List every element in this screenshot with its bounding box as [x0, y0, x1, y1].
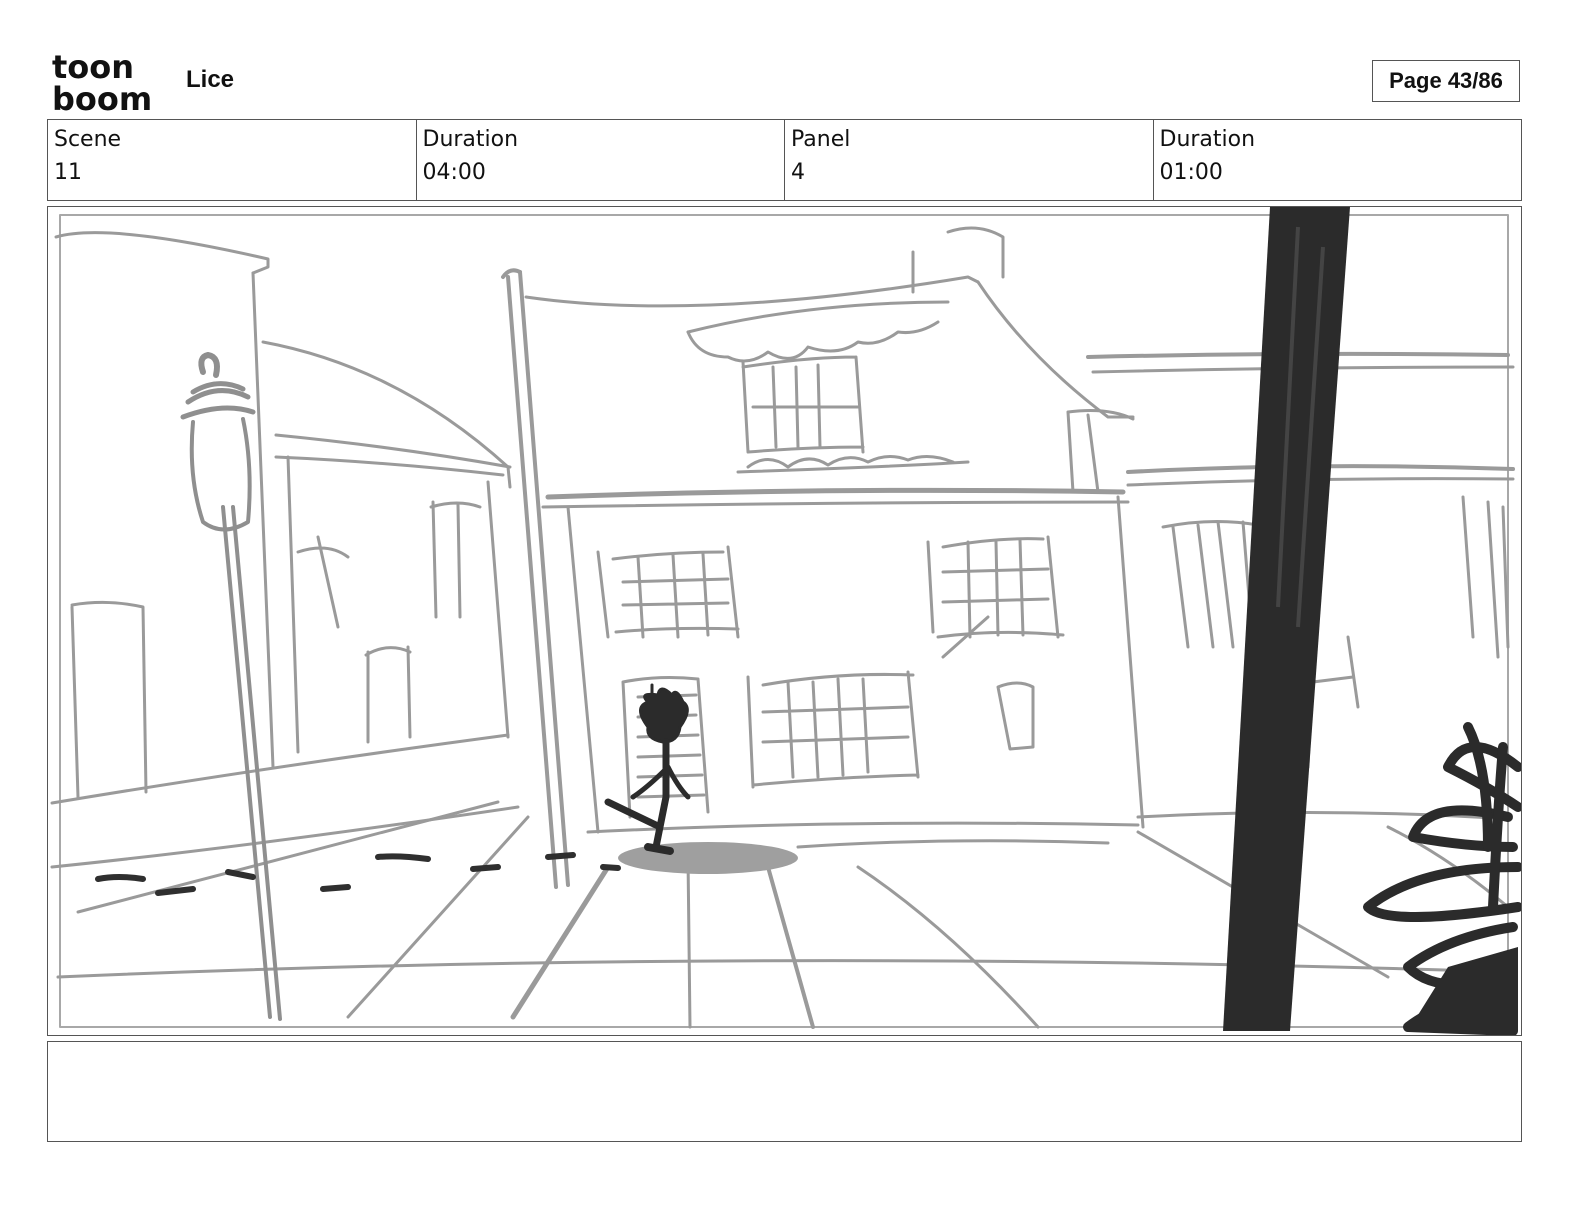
street-lamp-head	[180, 381, 256, 420]
left-building-door	[70, 600, 148, 799]
project-title: Lice	[186, 66, 235, 93]
panel-sketch	[50, 207, 1521, 1035]
foreground-pole	[1223, 207, 1350, 1031]
panel-duration-value: 01:00	[1159, 160, 1223, 185]
scene-duration-label: Duration	[422, 127, 519, 152]
main-window-lower	[746, 670, 920, 789]
panel-duration-label: Duration	[1159, 127, 1256, 152]
panel-notes-box	[47, 1041, 1522, 1142]
main-window-left	[596, 545, 740, 639]
character-figure	[604, 683, 691, 855]
scene-info-bar: Scene 11 Duration 04:00 Panel 4 Duration…	[47, 119, 1522, 201]
scene-cell: Scene 11	[48, 120, 417, 200]
toon-boom-logo: toon boom	[52, 48, 164, 118]
panel-cell: Panel 4	[785, 120, 1154, 200]
left-building-roof	[54, 231, 270, 275]
back-house-window	[429, 500, 482, 619]
panel-label: Panel	[791, 127, 851, 152]
panel-value: 4	[791, 160, 805, 185]
scene-duration-value: 04:00	[422, 160, 486, 185]
logo-mark: toon boom	[52, 48, 152, 118]
right-building-window	[1161, 519, 1260, 649]
scene-label: Scene	[54, 127, 122, 152]
logo-line-2: boom	[52, 80, 152, 114]
attic-window	[741, 355, 865, 454]
page-indicator-text: Page 43/86	[1389, 68, 1503, 93]
scene-duration-cell: Duration 04:00	[417, 120, 785, 200]
panel-duration-cell: Duration 01:00	[1154, 120, 1522, 200]
utility-pole	[506, 270, 570, 889]
scene-value: 11	[54, 160, 82, 185]
back-house-door	[364, 645, 412, 744]
storyboard-panel	[47, 206, 1522, 1036]
page-indicator: Page 43/86	[1372, 60, 1520, 102]
small-window	[996, 681, 1035, 751]
